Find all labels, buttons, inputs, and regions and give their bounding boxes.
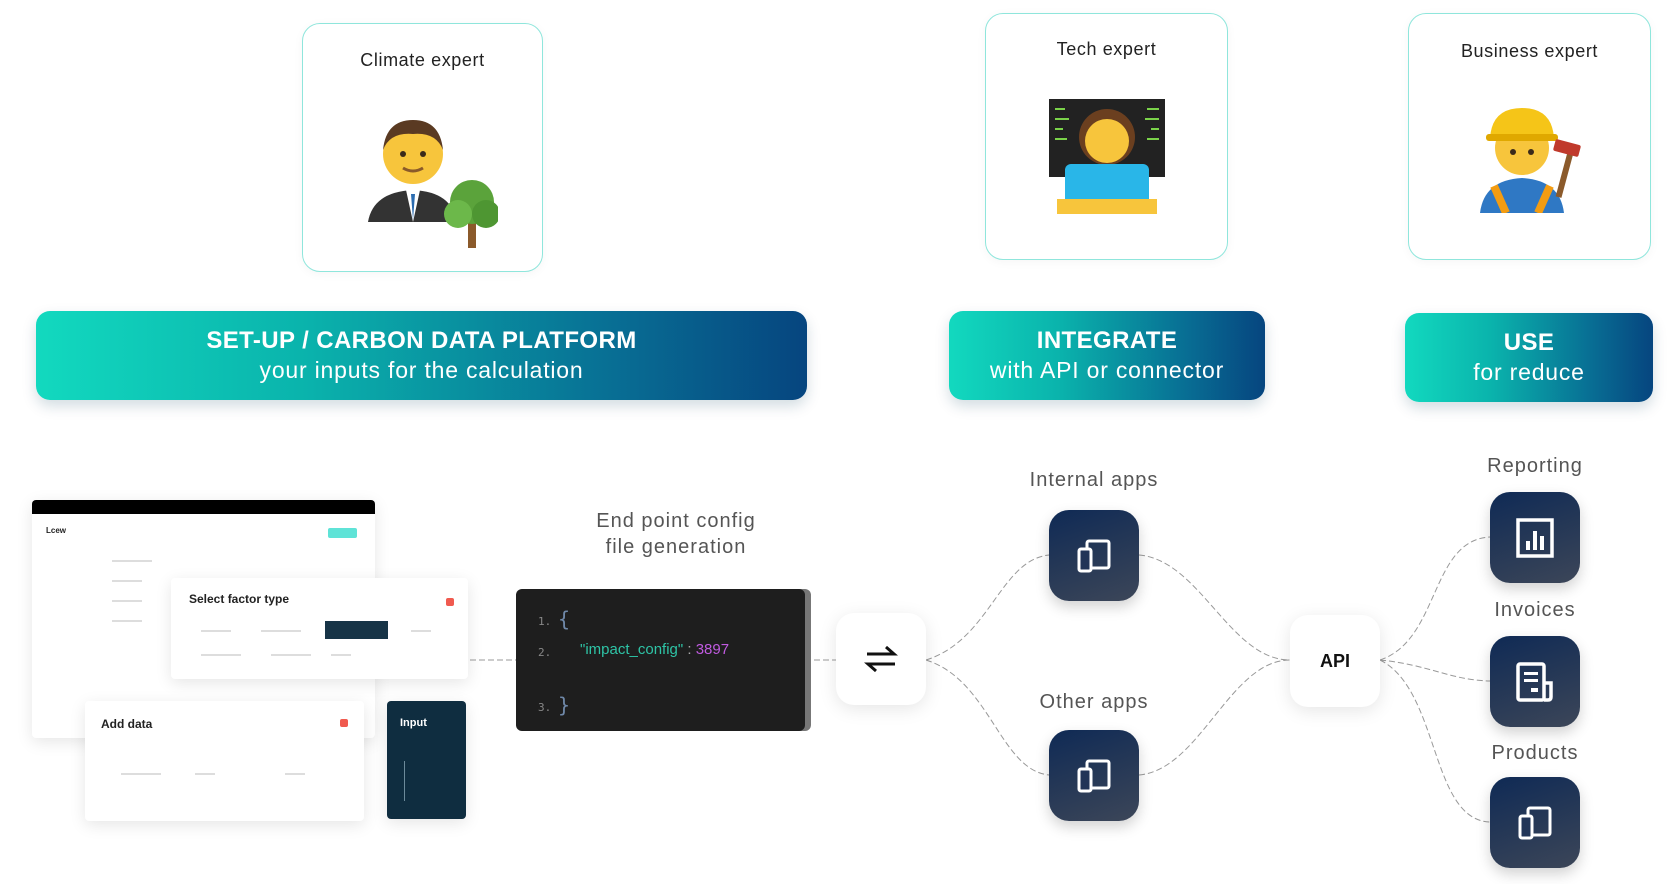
config-code-block: 1. { 2. "impact_config" : 3897 3. } (516, 589, 805, 731)
internal-apps-tile[interactable] (1049, 510, 1139, 601)
man-office-worker-with-tree-icon (367, 120, 498, 248)
expert-title: Tech expert (1056, 39, 1157, 59)
banner-subtitle: with API or connector (989, 357, 1225, 383)
swap-arrows-icon (864, 645, 898, 673)
products-tile[interactable] (1490, 777, 1580, 868)
reporting-tile[interactable] (1490, 492, 1580, 583)
banner-title: INTEGRATE (1036, 327, 1178, 354)
api-label: API (1319, 650, 1350, 671)
open-brace: { (558, 607, 571, 631)
invoices-tile[interactable] (1490, 636, 1580, 727)
line-number: 1. (538, 615, 552, 628)
config-label-line1: End point config (596, 510, 756, 532)
close-brace: } (558, 693, 571, 717)
devices-icon (1077, 759, 1111, 792)
other-apps-tile[interactable] (1049, 730, 1139, 821)
invoice-document-icon (1516, 661, 1553, 702)
json-key: "impact_config" (580, 641, 684, 658)
devices-icon (1518, 806, 1552, 839)
select-factor-type-dialog: Select factor type (171, 578, 468, 679)
mockup-action-button (328, 528, 357, 538)
line-number: 3. (538, 701, 552, 714)
expert-card-business: Business expert (1408, 13, 1651, 260)
line-number: 2. (538, 646, 552, 659)
banner-subtitle: for reduce (1473, 359, 1585, 385)
banner-use: USE for reduce (1405, 313, 1653, 402)
panel-title: Input (400, 717, 427, 729)
devices-icon (1077, 539, 1111, 572)
expert-title: Business expert (1460, 41, 1599, 61)
app-label-other: Other apps (1039, 691, 1149, 713)
output-label-products: Products (1491, 742, 1579, 764)
output-label-invoices: Invoices (1494, 599, 1576, 621)
config-label-line2: file generation (605, 536, 747, 558)
dialog-title: Add data (101, 717, 153, 731)
construction-worker-with-hammer-icon (1479, 108, 1581, 213)
expert-card-climate: Climate expert (302, 23, 543, 272)
json-value: 3897 (695, 641, 730, 658)
window-titlebar (32, 500, 375, 514)
connector-box[interactable] (836, 613, 926, 705)
output-label-reporting: Reporting (1487, 455, 1583, 477)
app-label-internal: Internal apps (1029, 469, 1159, 491)
json-separator: : (683, 641, 696, 658)
selected-option (325, 621, 388, 639)
add-data-dialog: Add data (85, 701, 364, 821)
dialog-title: Select factor type (189, 592, 290, 606)
banner-subtitle: your inputs for the calculation (259, 357, 584, 383)
input-panel: Input (387, 701, 466, 819)
banner-setup: SET-UP / CARBON DATA PLATFORM your input… (36, 311, 807, 400)
banner-integrate: INTEGRATE with API or connector (949, 311, 1265, 400)
banner-title: USE (1503, 329, 1555, 356)
close-icon (340, 719, 348, 727)
banner-title: SET-UP / CARBON DATA PLATFORM (206, 327, 637, 354)
bar-chart-report-icon (1516, 517, 1554, 558)
api-box[interactable]: API (1290, 615, 1380, 707)
platform-logo: Lcew (46, 526, 67, 535)
woman-technologist-icon (1048, 99, 1165, 214)
close-icon (446, 598, 454, 606)
expert-title: Climate expert (360, 50, 485, 70)
expert-card-tech: Tech expert (985, 13, 1228, 260)
